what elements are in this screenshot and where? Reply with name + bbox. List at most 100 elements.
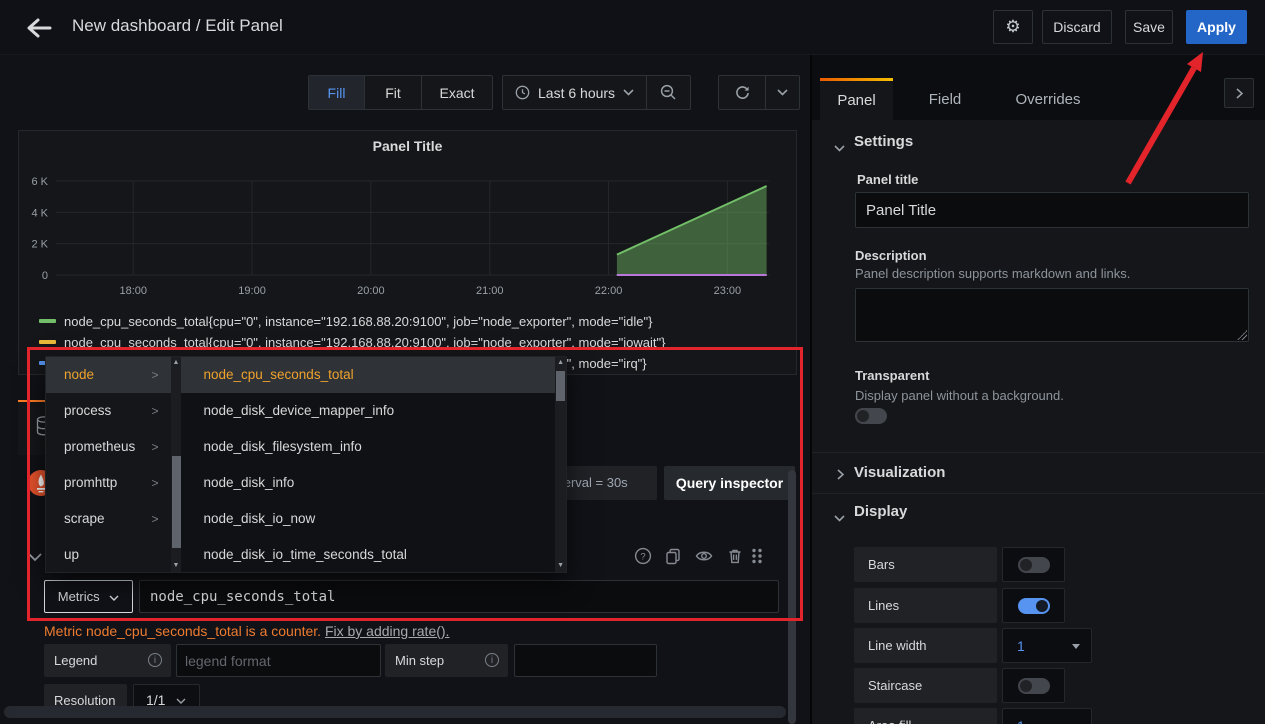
drag-handle-icon[interactable]	[750, 547, 768, 565]
chevron-right-icon: >	[152, 429, 159, 465]
refresh-group	[718, 75, 800, 110]
chevron-down-icon	[777, 89, 788, 96]
pane-size-toggle-group: Fill Fit Exact	[308, 75, 493, 110]
svg-text:4 K: 4 K	[31, 207, 48, 219]
panel-settings-button[interactable]: ⚙	[993, 10, 1033, 44]
svg-text:19:00: 19:00	[238, 285, 266, 297]
min-step-input[interactable]	[514, 644, 657, 677]
metric-item[interactable]: node_disk_info	[181, 465, 555, 501]
description-label: Description	[855, 248, 927, 263]
disable-query-eye-icon[interactable]	[695, 547, 713, 565]
promql-expression-input[interactable]	[139, 580, 779, 613]
line-width-label: Line width	[854, 628, 997, 663]
lines-toggle[interactable]	[1018, 598, 1050, 614]
refresh-button[interactable]	[719, 76, 765, 109]
svg-text:22:00: 22:00	[595, 285, 623, 297]
svg-text:0: 0	[42, 270, 48, 282]
time-range-button[interactable]: Last 6 hours	[503, 76, 646, 109]
legend-item[interactable]: node_cpu_seconds_total{cpu="0", instance…	[39, 312, 652, 330]
duplicate-query-icon[interactable]	[664, 547, 682, 565]
transparent-toggle[interactable]	[855, 408, 887, 424]
fix-by-adding-rate-link[interactable]: Fix by adding rate().	[325, 623, 450, 639]
scrollbar-thumb[interactable]	[556, 371, 565, 401]
scroll-up-icon[interactable]: ▲	[171, 357, 182, 369]
zoom-out-time-button[interactable]	[646, 76, 690, 109]
metrics-browser-button[interactable]: Metrics	[44, 580, 133, 613]
fit-mode-button[interactable]: Fit	[364, 76, 421, 109]
description-help-text: Panel description supports markdown and …	[855, 266, 1130, 281]
metric-group-item[interactable]: prometheus>	[46, 429, 171, 465]
horizontal-scrollbar[interactable]	[4, 706, 786, 718]
metric-group-item[interactable]: up	[46, 537, 171, 573]
legend-format-input[interactable]	[176, 644, 381, 677]
metric-item[interactable]: node_disk_filesystem_info	[181, 429, 555, 465]
save-button[interactable]: Save	[1125, 10, 1173, 44]
metric-group-item[interactable]: scrape>	[46, 501, 171, 537]
legend-item[interactable]: node_cpu_seconds_total{cpu="0", instance…	[39, 333, 665, 351]
chevron-right-icon	[837, 467, 844, 485]
group-list-scrollbar[interactable]: ▲ ▼	[171, 357, 182, 572]
transparent-help-text: Display panel without a background.	[855, 388, 1064, 403]
legend-label: node_cpu_seconds_total{cpu="0", instance…	[64, 314, 652, 329]
scroll-down-icon[interactable]: ▼	[171, 560, 182, 572]
query-row-collapse-chevron-icon[interactable]	[28, 549, 42, 567]
delete-query-trash-icon[interactable]	[726, 547, 744, 565]
magnifier-minus-icon	[660, 84, 677, 101]
tab-overrides[interactable]: Overrides	[1003, 78, 1093, 120]
divider	[812, 452, 1265, 453]
main-edit-area: Fill Fit Exact Last 6 hours Panel T	[0, 55, 810, 724]
description-textarea[interactable]	[855, 288, 1249, 342]
warning-text: Metric node_cpu_seconds_total is a count…	[44, 623, 321, 639]
discard-button[interactable]: Discard	[1042, 10, 1112, 44]
back-button[interactable]	[22, 13, 56, 43]
svg-text:?: ?	[640, 551, 645, 562]
metric-item[interactable]: node_cpu_seconds_total	[181, 357, 555, 393]
area-fill-select[interactable]: 1	[1002, 708, 1092, 724]
series-color-swatch	[39, 319, 56, 323]
query-help-icon[interactable]: ?	[634, 547, 652, 565]
vertical-scrollbar-thumb[interactable]	[788, 470, 796, 724]
apply-button[interactable]: Apply	[1186, 10, 1247, 44]
line-width-select[interactable]: 1	[1002, 628, 1092, 663]
staircase-toggle-container	[1002, 668, 1065, 703]
scrollbar-thumb[interactable]	[172, 456, 181, 548]
legend-format-label: Legend i	[44, 644, 171, 677]
panel-preview-title: Panel Title	[19, 138, 796, 154]
chevron-down-icon	[834, 139, 845, 157]
metric-item[interactable]: node_disk_io_now	[181, 501, 555, 537]
metric-group-item[interactable]: process>	[46, 393, 171, 429]
visualization-section-header[interactable]: Visualization	[854, 464, 945, 481]
query-inspector-button[interactable]: Query inspector	[664, 466, 795, 500]
metric-item[interactable]: node_disk_device_mapper_info	[181, 393, 555, 429]
transparent-label: Transparent	[855, 368, 929, 383]
metric-list-scrollbar[interactable]: ▲ ▼	[555, 357, 566, 572]
time-picker-group: Last 6 hours	[502, 75, 691, 110]
staircase-toggle[interactable]	[1018, 678, 1050, 694]
chevron-right-icon: >	[152, 393, 159, 429]
chevron-right-icon: >	[152, 465, 159, 501]
metric-item[interactable]: node_disk_io_time_seconds_total	[181, 537, 555, 573]
refresh-interval-dropdown[interactable]	[765, 76, 799, 109]
info-icon[interactable]: i	[148, 653, 162, 667]
svg-text:6 K: 6 K	[31, 176, 48, 188]
settings-section-header[interactable]: Settings	[854, 133, 913, 150]
gear-icon: ⚙	[1005, 17, 1020, 36]
metric-group-list: node> process> prometheus> promhttp> scr…	[46, 357, 171, 572]
tab-field[interactable]: Field	[912, 78, 978, 120]
metric-group-item[interactable]: node>	[46, 357, 171, 393]
bars-toggle[interactable]	[1018, 557, 1050, 573]
info-icon[interactable]: i	[485, 653, 499, 667]
metric-group-item[interactable]: promhttp>	[46, 465, 171, 501]
scroll-up-icon[interactable]: ▲	[555, 357, 566, 369]
page-title: New dashboard / Edit Panel	[72, 16, 283, 36]
exact-mode-button[interactable]: Exact	[421, 76, 492, 109]
area-fill-label: Area fill	[854, 708, 997, 724]
chevron-down-icon	[176, 698, 186, 704]
fill-mode-button[interactable]: Fill	[309, 76, 364, 109]
time-range-label: Last 6 hours	[538, 85, 615, 101]
tab-panel[interactable]: Panel	[820, 78, 893, 120]
scroll-down-icon[interactable]: ▼	[555, 560, 566, 572]
collapse-sidebar-button[interactable]	[1224, 78, 1254, 108]
panel-title-input[interactable]	[855, 192, 1249, 228]
display-section-header[interactable]: Display	[854, 503, 907, 520]
